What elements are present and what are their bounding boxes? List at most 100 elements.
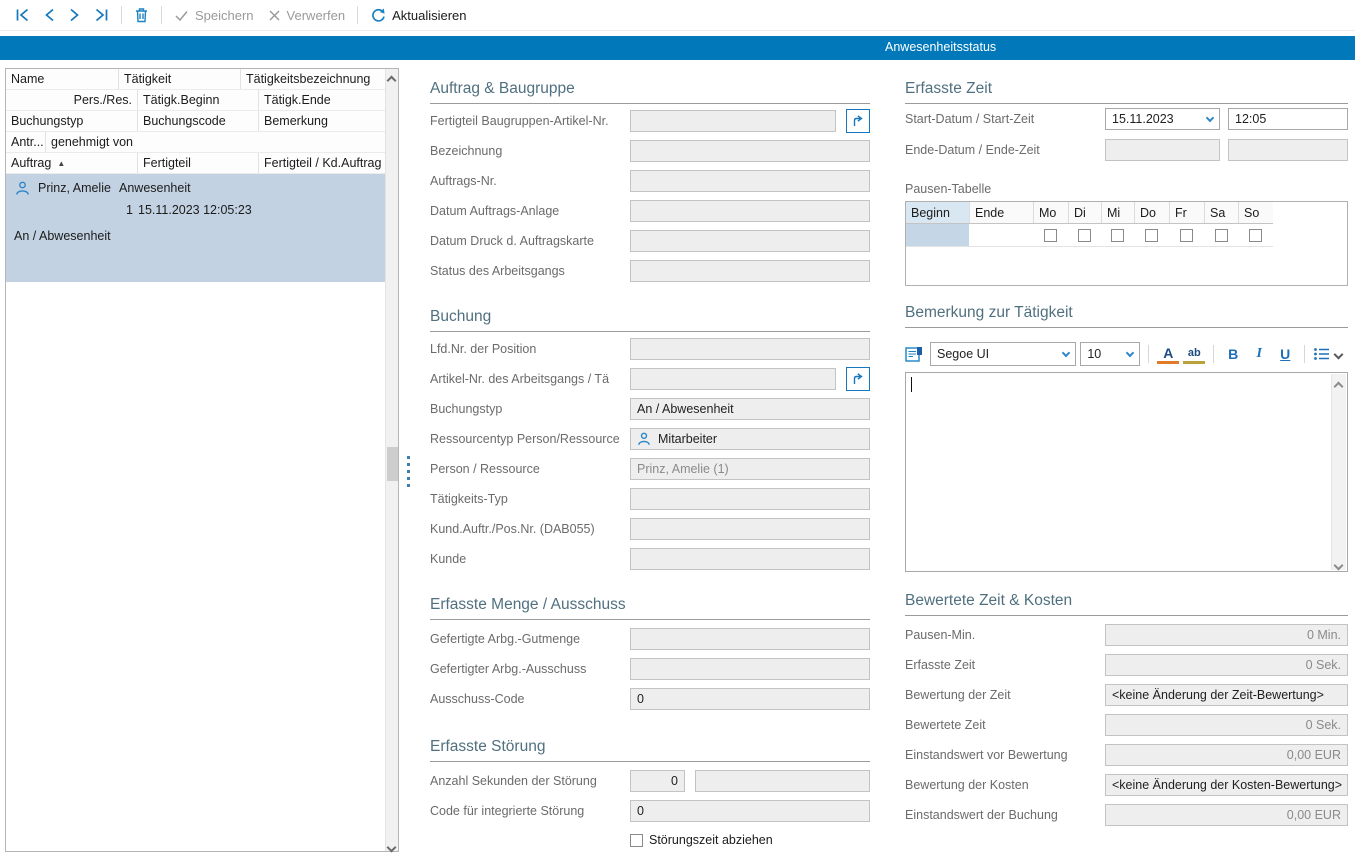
bemerkung-textarea[interactable] [905, 372, 1348, 572]
ausschuss-field [630, 658, 870, 680]
list-scrollbar[interactable] [385, 69, 398, 851]
pausen-min-field: 0 Min. [1105, 624, 1348, 646]
scroll-down-icon[interactable] [1335, 558, 1344, 567]
field-label: Erfasste Zeit [905, 658, 1105, 672]
start-time-field[interactable]: 12:05 [1228, 108, 1348, 130]
textarea-scrollbar[interactable] [1331, 374, 1346, 570]
font-color-button[interactable]: A [1157, 344, 1179, 364]
next-record-button[interactable] [62, 2, 87, 28]
scroll-up-icon[interactable] [388, 73, 397, 82]
italic-button[interactable]: I [1248, 342, 1270, 366]
right-form-column: Erfasste Zeit Start-Datum / Start-Zeit 1… [905, 75, 1348, 826]
day-checkbox[interactable] [1215, 229, 1228, 242]
day-checkbox[interactable] [1180, 229, 1193, 242]
bullet-list-icon[interactable] [1313, 347, 1331, 361]
underline-button[interactable]: U [1274, 342, 1296, 366]
einstandswert-buchung-field: 0,00 EUR [1105, 804, 1348, 826]
dictionary-icon[interactable] [905, 346, 924, 363]
pausen-ende-cell[interactable] [969, 224, 1033, 246]
buchungstyp-field: An / Abwesenheit [630, 398, 870, 420]
save-button[interactable]: Speichern [167, 2, 261, 28]
pausen-beginn-cell[interactable] [906, 224, 969, 246]
list-header-cell[interactable]: Buchungstyp [6, 111, 138, 131]
field-label: Gefertigte Arbg.-Gutmenge [430, 632, 630, 646]
day-checkbox[interactable] [1044, 229, 1057, 242]
list-scrollbar-thumb[interactable] [387, 447, 398, 481]
pausen-header-day[interactable]: Sa [1204, 202, 1238, 223]
scroll-up-icon[interactable] [1335, 379, 1344, 388]
discard-label: Verwerfen [287, 8, 346, 23]
previous-record-button[interactable] [37, 2, 62, 28]
day-checkbox[interactable] [1078, 229, 1091, 242]
stoerung-text-field [695, 770, 870, 792]
pausen-header-day[interactable]: Do [1134, 202, 1169, 223]
highlight-color-button[interactable]: ab [1183, 344, 1205, 364]
list-header-cell[interactable]: Pers./Res. [6, 90, 138, 110]
field-label: Bewertung der Kosten [905, 778, 1105, 792]
field-label: Lfd.Nr. der Position [430, 342, 630, 356]
list-header-cell[interactable]: Name [6, 69, 119, 89]
day-checkbox[interactable] [1145, 229, 1158, 242]
day-checkbox[interactable] [1111, 229, 1124, 242]
field-label: Datum Auftrags-Anlage [430, 204, 630, 218]
pausen-header-day[interactable]: Di [1068, 202, 1101, 223]
list-header-cell[interactable]: Bemerkung [259, 111, 385, 131]
field-label: Ressourcentyp Person/Ressource [430, 432, 630, 446]
list-header-cell[interactable]: Buchungscode [138, 111, 259, 131]
font-size-select[interactable]: 10 [1080, 342, 1140, 366]
list-header-cell-sorted[interactable]: Auftrag ▲ [6, 153, 138, 173]
section-title-erfasste-zeit: Erfasste Zeit [905, 80, 1348, 104]
field-label: Artikel-Nr. des Arbeitsgangs / Tä [430, 372, 630, 386]
list-header-cell[interactable]: Tätigk.Beginn [138, 90, 259, 110]
list-header-cell[interactable]: Antr... [6, 132, 46, 152]
pausen-header-day[interactable]: Mo [1033, 202, 1068, 223]
lookup-button[interactable] [846, 367, 870, 391]
section-title-bemerkung: Bemerkung zur Tätigkeit [905, 304, 1348, 328]
field-label: Bewertete Zeit [905, 718, 1105, 732]
field-label: Person / Ressource [430, 462, 630, 476]
list-header-cell[interactable]: Tätigkeitsbezeichnung [241, 69, 385, 89]
selected-record-row[interactable]: Prinz, Amelie Anwesenheit 1 15.11.2023 1… [6, 174, 385, 282]
scroll-down-icon[interactable] [388, 840, 397, 849]
font-family-select[interactable]: Segoe UI [930, 342, 1076, 366]
pausen-header-day[interactable]: So [1238, 202, 1273, 223]
pausen-table: Beginn Ende Mo Di Mi Do Fr Sa So [905, 201, 1348, 286]
pausen-day-cell [1134, 224, 1169, 246]
last-record-button[interactable] [87, 2, 116, 28]
pausen-header-day[interactable]: Mi [1101, 202, 1134, 223]
pausen-header-beginn[interactable]: Beginn [906, 202, 969, 223]
pausen-day-cell [1101, 224, 1134, 246]
day-checkbox[interactable] [1249, 229, 1262, 242]
more-options-chevron-icon[interactable] [1334, 349, 1344, 359]
pausen-header-day[interactable]: Fr [1169, 202, 1204, 223]
panel-splitter-handle[interactable] [407, 456, 410, 487]
list-header-cell[interactable]: genehmigt von [46, 132, 385, 152]
toolbar-separator [1304, 345, 1305, 363]
records-list-panel: Name Tätigkeit Tätigkeitsbezeichnung Per… [5, 68, 399, 852]
toolbar-separator [1213, 345, 1214, 363]
refresh-button[interactable]: Aktualisieren [363, 2, 473, 28]
field-label: Ausschuss-Code [430, 692, 630, 706]
pausen-header-ende[interactable]: Ende [969, 202, 1033, 223]
start-date-field[interactable]: 15.11.2023 [1105, 108, 1220, 130]
bold-button[interactable]: B [1222, 342, 1244, 366]
field-label: Ende-Datum / Ende-Zeit [905, 143, 1105, 157]
list-header-cell[interactable]: Fertigteil [138, 153, 259, 173]
next-record-icon [69, 8, 80, 22]
lookup-button[interactable] [846, 109, 870, 133]
first-record-button[interactable] [8, 2, 37, 28]
einstandswert-vor-field: 0,00 EUR [1105, 744, 1348, 766]
discard-button[interactable]: Verwerfen [261, 2, 353, 28]
list-header-cell[interactable]: Tätigk.Ende [259, 90, 385, 110]
record-beginn: 15.11.2023 12:05:23 [138, 203, 252, 217]
list-header-cell[interactable]: Tätigkeit [119, 69, 241, 89]
field-label: Kund.Auftr./Pos.Nr. (DAB055) [430, 522, 630, 536]
kundauftr-posnr-field [630, 518, 870, 540]
field-label: Auftrags-Nr. [430, 174, 630, 188]
list-header-cell[interactable]: Fertigteil / Kd.Auftrag [259, 153, 385, 173]
chevron-down-icon[interactable] [1206, 113, 1214, 121]
delete-button[interactable] [127, 2, 156, 28]
stoerungszeit-checkbox[interactable] [630, 834, 643, 847]
page-title-bar: Anwesenheitsstatus [0, 36, 1355, 60]
field-label: Einstandswert vor Bewertung [905, 748, 1105, 762]
